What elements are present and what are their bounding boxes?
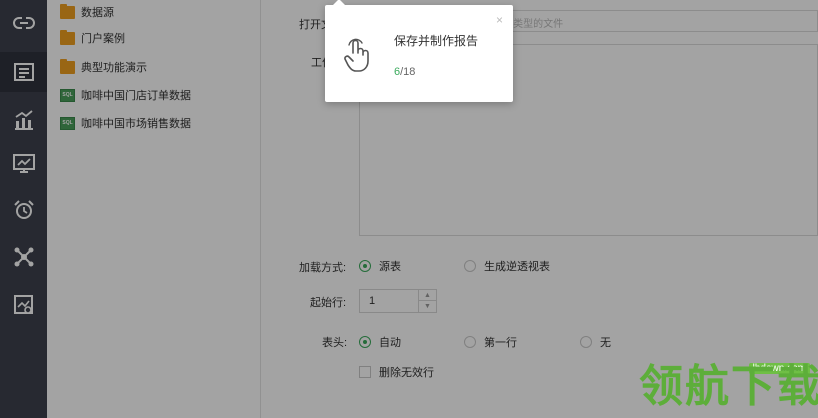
tooltip-title: 保存并制作报告 [394, 34, 479, 48]
tooltip-step-counter: 6/18 [394, 66, 415, 78]
close-icon[interactable]: × [496, 13, 503, 27]
hand-pointer-icon [343, 37, 373, 76]
site-watermark: lhdown.com 领航下载 [635, 357, 818, 418]
step-total: /18 [400, 66, 416, 78]
app-window: 数据源 门户案例 典型功能演示 SQL 咖啡中国门店订单数据 SQL 咖啡中国市… [0, 0, 818, 418]
guide-tooltip: × 保存并制作报告 6/18 [325, 0, 513, 102]
watermark-text: 领航下载 [639, 361, 818, 412]
tooltip-pointer [333, 0, 345, 5]
